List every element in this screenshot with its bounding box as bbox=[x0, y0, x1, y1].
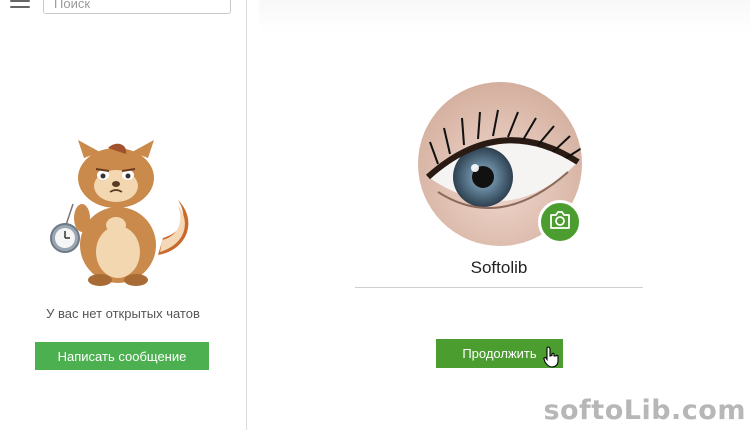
profile-name: Softolib bbox=[470, 258, 528, 277]
change-photo-camera-button[interactable] bbox=[538, 200, 582, 244]
search-input[interactable] bbox=[43, 0, 231, 14]
no-open-chats-text: У вас нет открытых чатов bbox=[46, 306, 200, 321]
header-area bbox=[259, 0, 750, 32]
main-panel: Softolib Продолжить softoLib.com bbox=[247, 0, 750, 430]
watermark: softoLib.com bbox=[543, 395, 746, 426]
write-message-button[interactable]: Написать сообщение bbox=[35, 342, 209, 370]
avatar-container bbox=[418, 82, 582, 246]
hamburger-menu-icon[interactable] bbox=[10, 0, 30, 10]
name-underline bbox=[355, 287, 643, 288]
sad-raccoon-mascot-illustration bbox=[48, 140, 198, 295]
hand-pointer-cursor-icon bbox=[543, 346, 561, 373]
camera-icon bbox=[549, 210, 571, 234]
sidebar: У вас нет открытых чатов Написать сообще… bbox=[0, 0, 247, 430]
